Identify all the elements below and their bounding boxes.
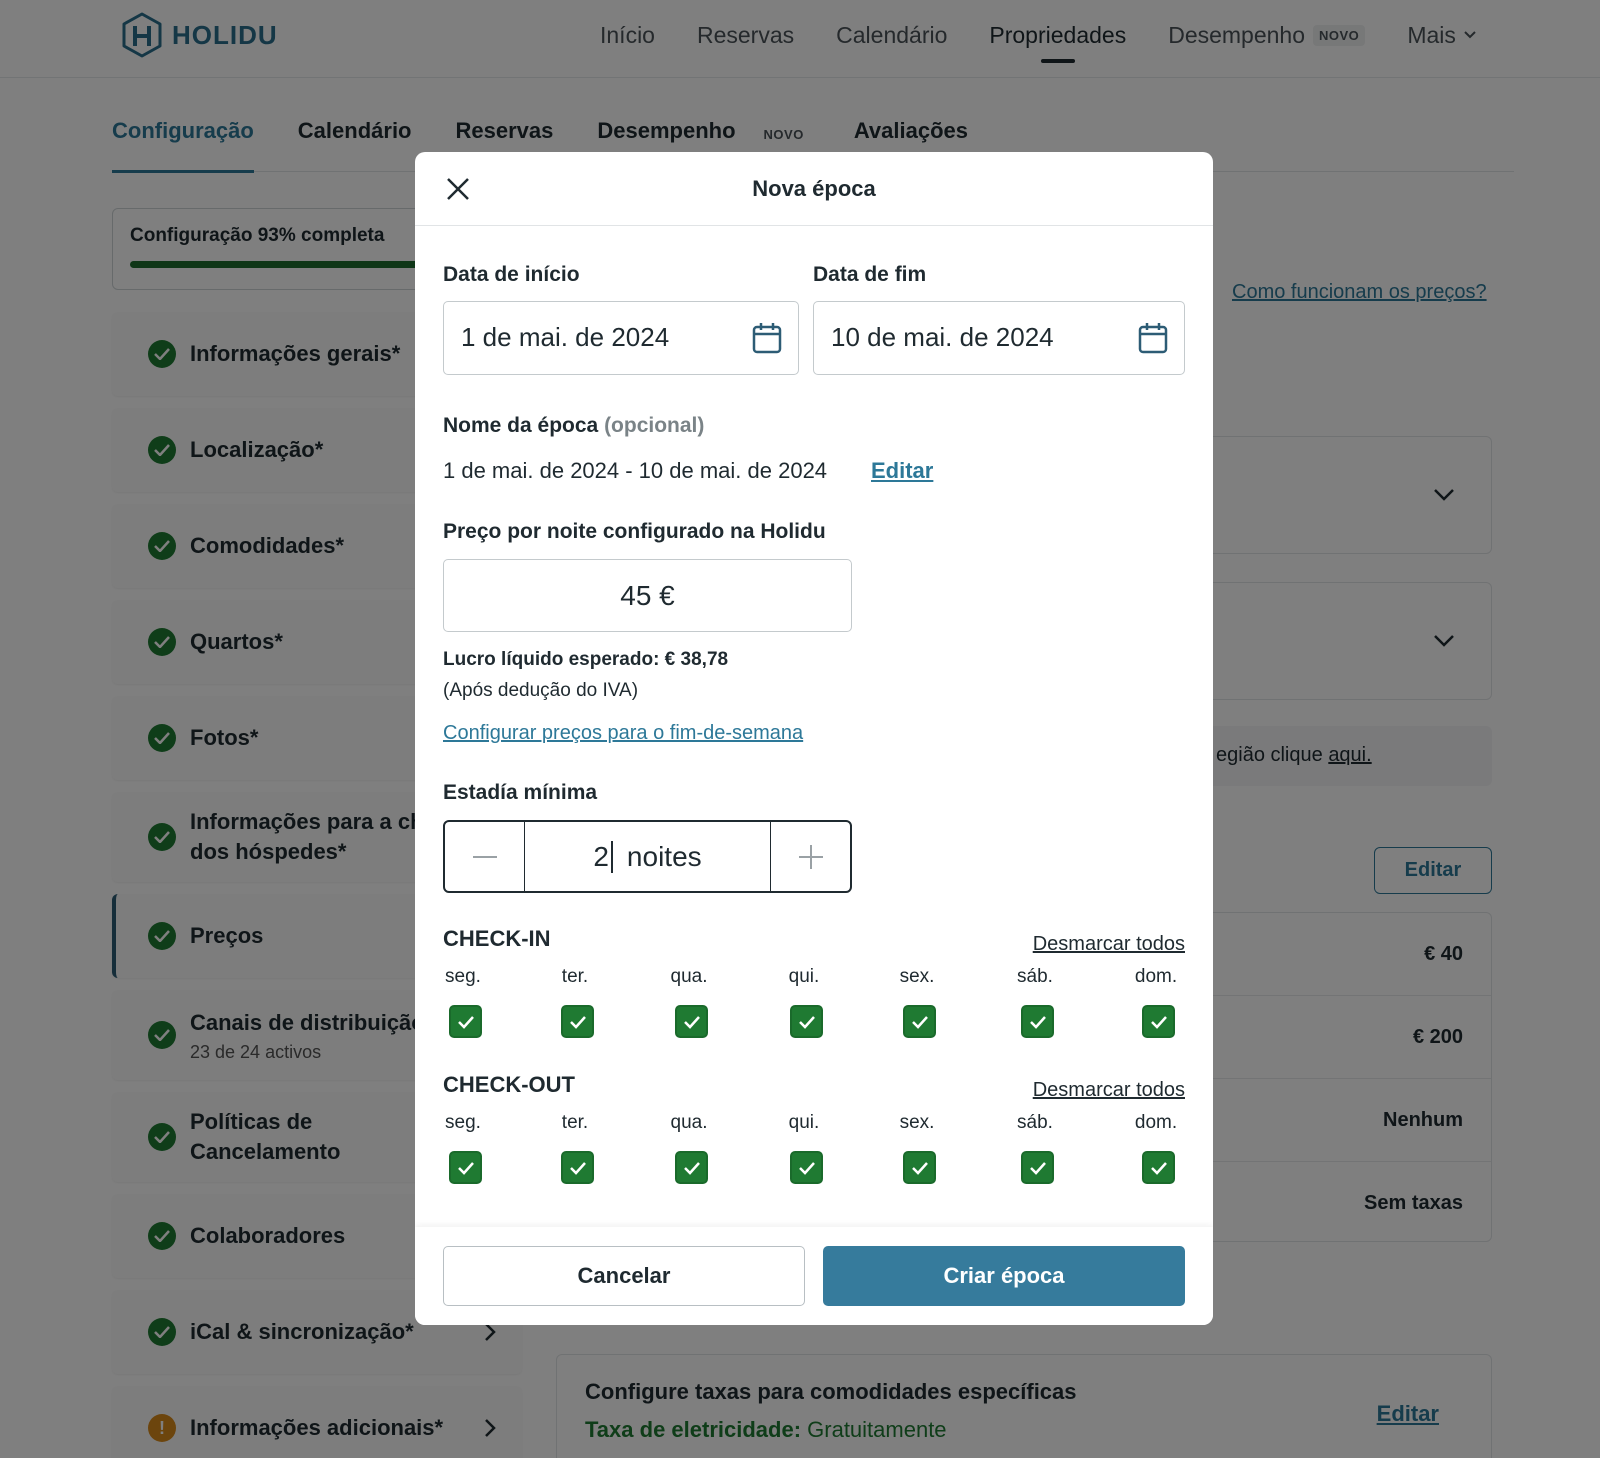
season-name-value: 1 de mai. de 2024 - 10 de mai. de 2024	[443, 458, 828, 483]
checkin-day-checkbox[interactable]	[1021, 1005, 1054, 1038]
checkout-day-checkbox[interactable]	[790, 1151, 823, 1184]
checkmark-icon	[1029, 1161, 1046, 1175]
plus-icon	[798, 844, 823, 869]
text-caret	[610, 840, 613, 873]
end-date-value: 10 de mai. de 2024	[831, 322, 1054, 352]
checkmark-icon	[457, 1015, 474, 1029]
decrement-button[interactable]	[445, 822, 525, 891]
season-name-label: Nome da época (opcional)	[443, 414, 704, 438]
checkout-day-checkbox[interactable]	[903, 1151, 936, 1184]
dialog-footer: Cancelar Criar época	[415, 1227, 1213, 1325]
checkout-day-label: qui.	[788, 1112, 820, 1133]
increment-button[interactable]	[770, 822, 850, 891]
checkin-day-label: sex.	[899, 966, 935, 987]
start-date-value: 1 de mai. de 2024	[461, 322, 670, 352]
checkin-day-label: qui.	[788, 966, 820, 987]
checkmark-icon	[1150, 1015, 1167, 1029]
new-season-dialog: Nova época Data de início 1 de mai. de 2…	[415, 152, 1213, 1325]
checkmark-icon	[1150, 1161, 1167, 1175]
checkin-day-checkbox[interactable]	[449, 1005, 482, 1038]
calendar-icon[interactable]	[1138, 322, 1168, 354]
checkin-day-label: sáb.	[1017, 966, 1053, 987]
checkin-day-label: ter.	[561, 966, 589, 987]
min-stay-label: Estadía mínima	[443, 781, 598, 804]
cancel-button[interactable]: Cancelar	[443, 1246, 805, 1306]
checkin-day-checkbox[interactable]	[561, 1005, 594, 1038]
minus-icon	[472, 855, 497, 858]
vat-note: (Após dedução do IVA)	[443, 680, 639, 701]
checkin-day-label: dom.	[1134, 966, 1178, 987]
checkout-day-label: ter.	[561, 1112, 589, 1133]
checkmark-icon	[798, 1015, 815, 1029]
checkout-day-label: qua.	[670, 1112, 708, 1133]
checkout-title: CHECK-OUT	[443, 1072, 575, 1097]
checkmark-icon	[683, 1015, 700, 1029]
checkout-day-label: sex.	[899, 1112, 935, 1133]
optional-hint: (opcional)	[604, 414, 705, 437]
checkin-day-checkbox[interactable]	[1142, 1005, 1175, 1038]
price-per-night-input[interactable]: 45 €	[443, 559, 852, 632]
checkmark-icon	[911, 1161, 928, 1175]
checkin-day-checkbox[interactable]	[675, 1005, 708, 1038]
create-season-button[interactable]: Criar época	[823, 1246, 1185, 1306]
edit-season-name-link[interactable]: Editar	[871, 458, 933, 484]
end-date-field[interactable]: 10 de mai. de 2024	[813, 301, 1185, 375]
start-date-label: Data de início	[443, 263, 580, 286]
checkmark-icon	[569, 1015, 586, 1029]
checkmark-icon	[1029, 1015, 1046, 1029]
price-label: Preço por noite configurado na Holidu	[443, 520, 826, 543]
dialog-header: Nova época	[415, 152, 1213, 226]
checkmark-icon	[798, 1161, 815, 1175]
calendar-icon[interactable]	[752, 322, 782, 354]
end-date-label: Data de fim	[813, 263, 927, 286]
season-name-label-text: Nome da época	[443, 414, 599, 437]
min-stay-stepper: 2 noites	[443, 820, 852, 893]
min-stay-unit: noites	[626, 840, 702, 872]
checkout-day-label: seg.	[445, 1112, 481, 1133]
checkin-day-label: qua.	[670, 966, 708, 987]
min-stay-input[interactable]: 2 noites	[525, 822, 770, 891]
checkin-day-label: seg.	[445, 966, 481, 987]
checkout-day-label: dom.	[1134, 1112, 1178, 1133]
checkin-day-checkbox[interactable]	[790, 1005, 823, 1038]
checkin-day-checkbox[interactable]	[903, 1005, 936, 1038]
checkmark-icon	[683, 1161, 700, 1175]
checkout-uncheck-all-link[interactable]: Desmarcar todos	[1033, 1079, 1185, 1102]
weekend-pricing-link[interactable]: Configurar preços para o fim-de-semana	[443, 722, 803, 745]
start-date-field[interactable]: 1 de mai. de 2024	[443, 301, 799, 375]
expected-profit: Lucro líquido esperado: € 38,78	[443, 649, 729, 670]
checkout-day-checkbox[interactable]	[561, 1151, 594, 1184]
checkout-day-label: sáb.	[1017, 1112, 1053, 1133]
checkout-day-checkbox[interactable]	[449, 1151, 482, 1184]
checkin-uncheck-all-link[interactable]: Desmarcar todos	[1033, 933, 1185, 956]
checkmark-icon	[569, 1161, 586, 1175]
checkmark-icon	[911, 1015, 928, 1029]
checkout-day-checkbox[interactable]	[1142, 1151, 1175, 1184]
checkmark-icon	[457, 1161, 474, 1175]
dialog-title: Nova época	[752, 176, 876, 201]
checkout-day-checkbox[interactable]	[675, 1151, 708, 1184]
checkout-day-checkbox[interactable]	[1021, 1151, 1054, 1184]
checkin-title: CHECK-IN	[443, 926, 551, 951]
min-stay-value: 2	[593, 840, 609, 872]
